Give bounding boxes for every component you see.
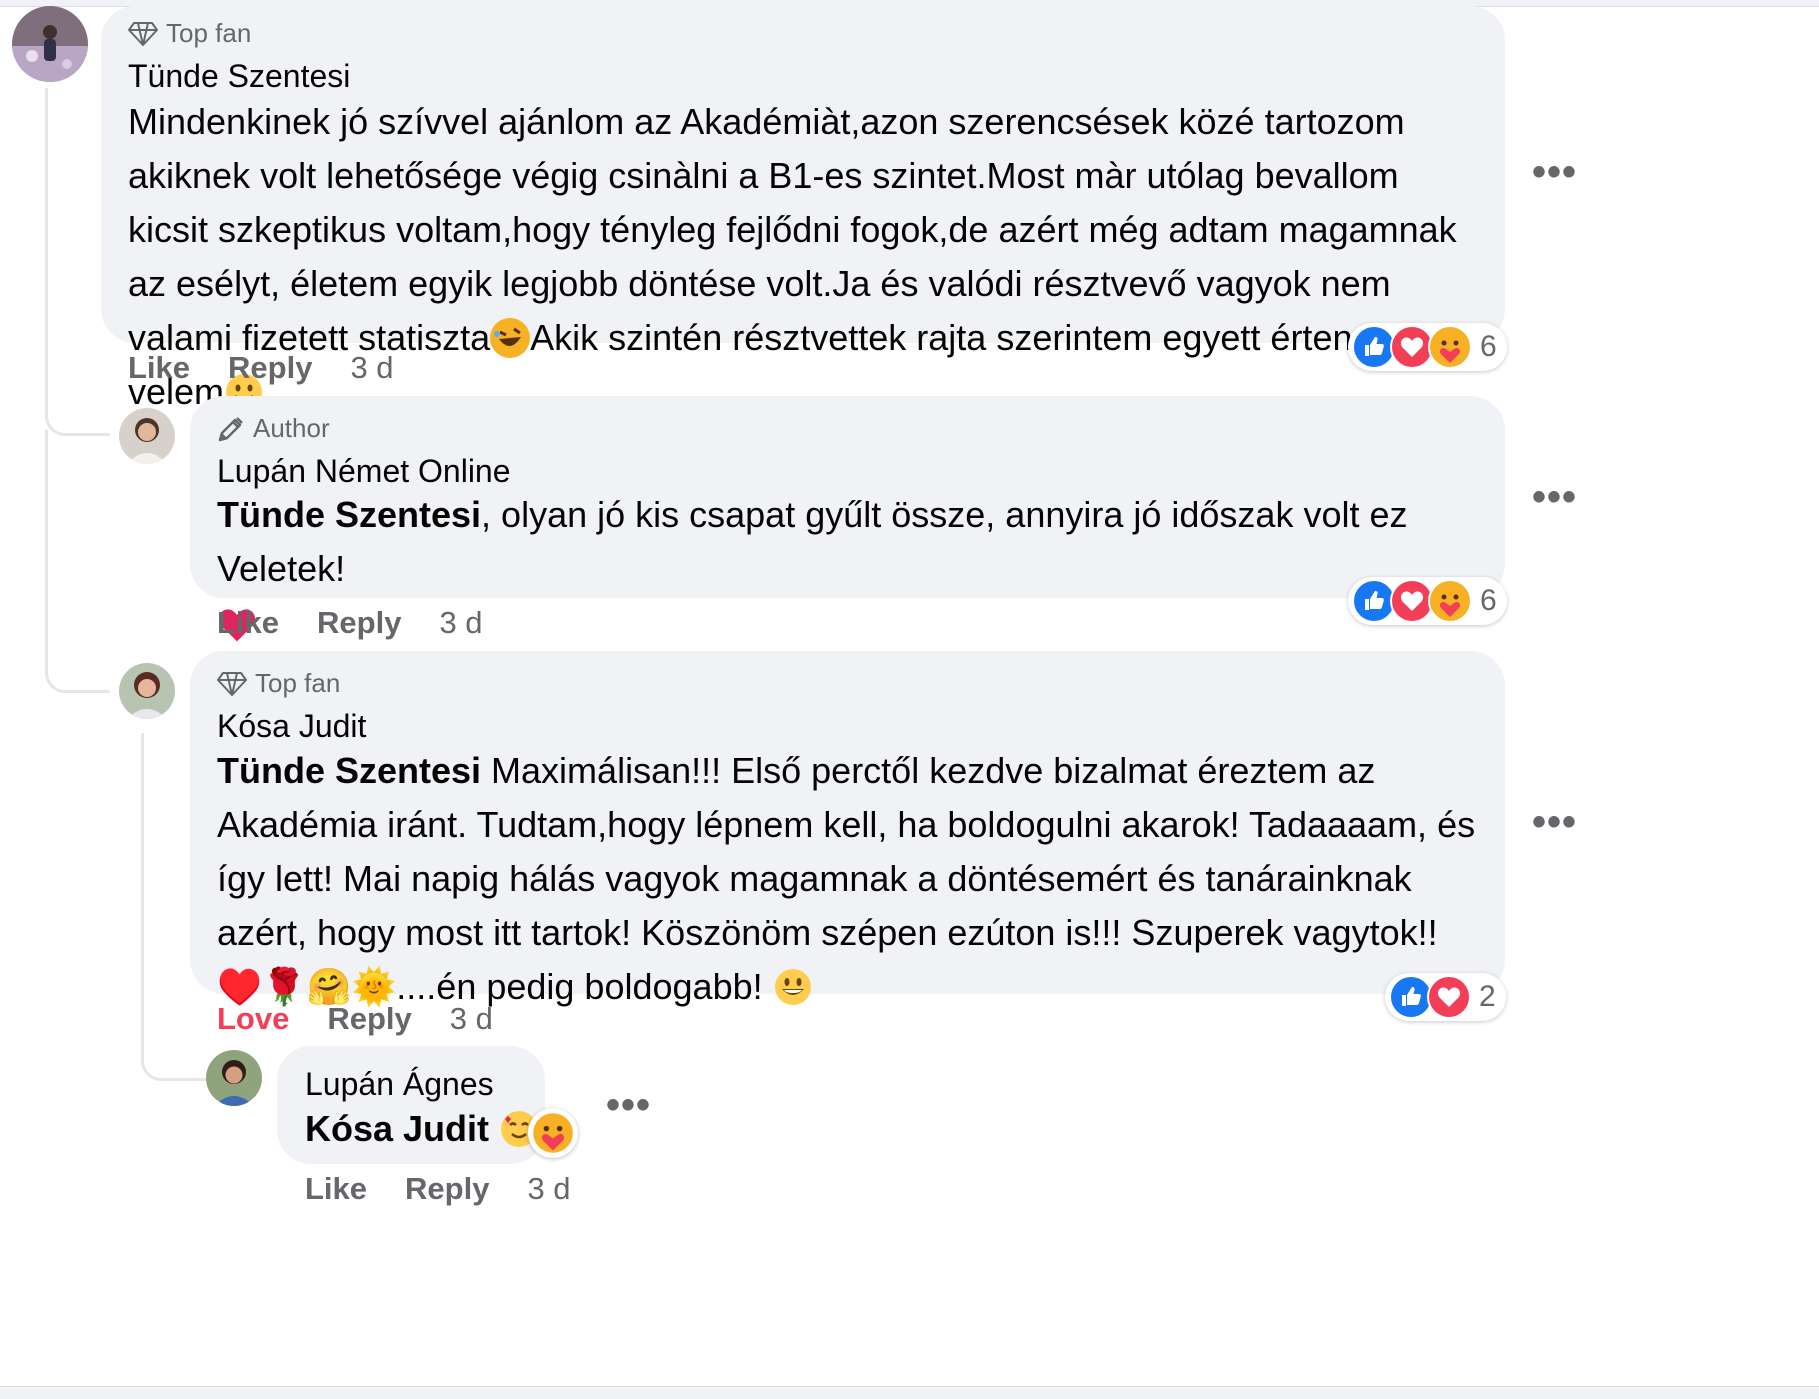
comment-text: Kósa Judit [305,1102,539,1156]
more-options-button[interactable]: ••• [606,1085,651,1125]
reaction-count: 6 [1480,330,1497,363]
diamond-icon [217,671,247,696]
comment-actions: Like Reply 3 d [128,350,394,386]
pen-icon [218,416,243,441]
more-options-button[interactable]: ••• [1532,152,1577,192]
avatar[interactable] [206,1050,262,1106]
love-reaction-icon [1427,975,1471,1019]
avatar[interactable] [119,408,175,464]
avatar[interactable] [119,663,175,719]
diamond-icon [128,21,158,46]
like-button[interactable]: Like [128,350,190,386]
reply-button[interactable]: Reply [317,605,401,641]
bottom-divider [0,1386,1819,1399]
comment-text: Tünde Szentesi Maximálisan!!! Első perct… [217,744,1487,1014]
mention-link[interactable]: Kósa Judit [305,1108,489,1149]
reply-button[interactable]: Reply [228,350,312,386]
reaction-count: 2 [1479,980,1496,1013]
reply-button[interactable]: Reply [327,1001,411,1037]
grinning-emoji [773,967,813,1007]
reaction-count: 6 [1480,584,1497,617]
comment-author[interactable]: Lupán Ágnes [305,1066,494,1103]
mention-link[interactable]: Tünde Szentesi [217,494,481,535]
badge-label: Author [253,413,330,443]
care-reaction-icon [533,1113,573,1153]
comment-actions: Like Reply 3 d [217,605,483,641]
love-button[interactable]: Love [217,1001,289,1037]
more-options-button[interactable]: ••• [1532,802,1577,842]
more-options-button[interactable]: ••• [1532,477,1577,517]
badge-label: Top fan [255,668,341,698]
author-badge: Author [217,413,330,444]
like-button[interactable]: Like [217,605,279,641]
care-reaction-icon [1428,579,1472,623]
comment-actions: Like Reply 3 d [305,1171,571,1207]
comment-timestamp[interactable]: 3 d [527,1171,570,1207]
top-fan-badge: Top fan [128,18,251,49]
avatar[interactable] [12,6,88,82]
badge-label: Top fan [166,18,252,48]
reaction-summary[interactable]: 6 [1348,323,1507,371]
comment-author[interactable]: Kósa Judit [217,708,366,745]
reaction-summary[interactable]: 6 [1348,577,1507,625]
like-button[interactable]: Like [305,1171,367,1207]
rolling-laughing-emoji [490,318,531,358]
reaction-summary[interactable]: 2 [1385,973,1506,1021]
care-reaction-icon [1428,325,1472,369]
comment-author[interactable]: Tünde Szentesi [128,58,350,95]
care-reaction-badge[interactable] [528,1108,578,1158]
comment-timestamp[interactable]: 3 d [350,350,393,386]
comment-actions: Love Reply 3 d [217,1001,493,1037]
comment-timestamp[interactable]: 3 d [439,605,482,641]
comment-author[interactable]: Lupán Német Online [217,453,511,490]
mention-link[interactable]: Tünde Szentesi [217,750,481,791]
reply-button[interactable]: Reply [405,1171,489,1207]
top-fan-badge: Top fan [217,668,340,699]
thread-connector [45,430,110,693]
comment-timestamp[interactable]: 3 d [450,1001,493,1037]
